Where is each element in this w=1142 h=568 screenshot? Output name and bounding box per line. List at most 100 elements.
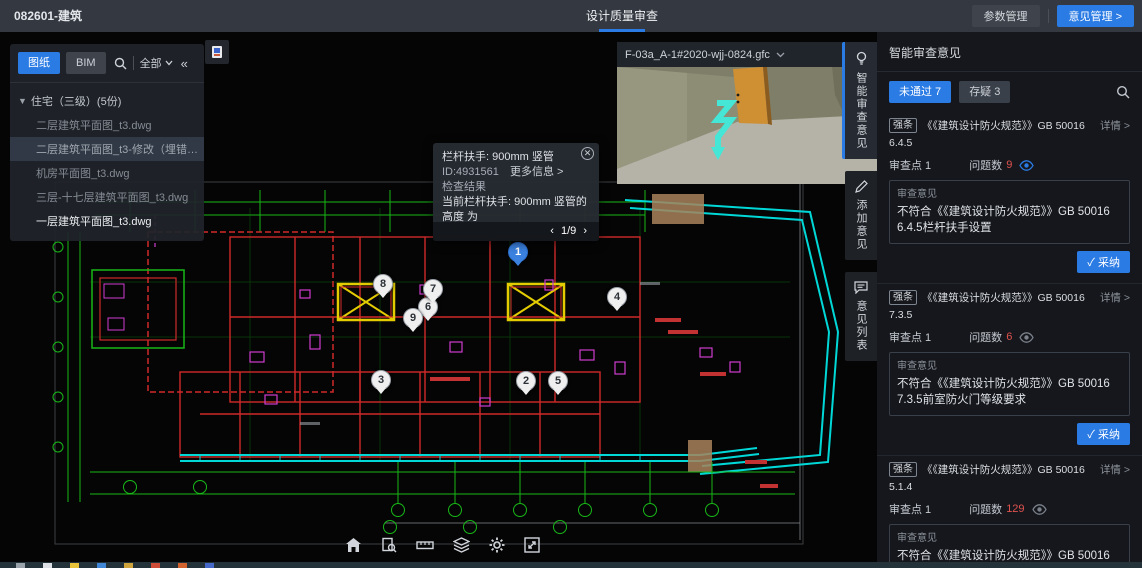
review-point: 审查点 1 — [889, 501, 931, 517]
chevron-down-icon[interactable] — [776, 52, 785, 58]
issues-label: 问题数 — [969, 501, 1002, 517]
issue-marker-5[interactable]: 5 — [548, 371, 568, 391]
search-icon[interactable] — [114, 57, 127, 70]
accept-button[interactable]: ✓ 采纳 — [1077, 251, 1130, 273]
issue-marker-9[interactable]: 9 — [403, 308, 423, 328]
taskbar-icon[interactable] — [70, 563, 79, 568]
issue-marker-2[interactable]: 2 — [516, 371, 536, 391]
close-icon[interactable]: ✕ — [581, 147, 594, 160]
tab-smart-review-opinions[interactable]: 智能审查意见 — [842, 42, 877, 159]
review-card: 详情 >强条《《建筑设计防火规范》》GB 50016 7.3.5审查点 1问题数… — [877, 284, 1142, 456]
opinion-label: 审查意见 — [890, 181, 1129, 200]
opinion-box: 审查意见不符合《《建筑设计防火规范》》GB 50016 6.4.5栏杆扶手设置 — [889, 180, 1130, 244]
file-item[interactable]: 二层建筑平面图_t3.dwg — [10, 113, 204, 137]
file-item[interactable]: 二层建筑平面图_t3-修改（埋错门，窗... — [10, 137, 204, 161]
mandatory-clause-badge: 强条 — [889, 290, 917, 305]
tooltip-section-label: 检查结果 — [442, 180, 590, 195]
right-side-tabs: 智能审查意见 添加意见 意见列表 — [842, 42, 877, 373]
eye-visibility-icon[interactable] — [1019, 332, 1034, 343]
drawing-list-panel: 图纸 BIM 全部 « ▼ 住宅（三级）(5份) 二层建筑平面图_t3.dwg二… — [10, 44, 204, 241]
issue-marker-4[interactable]: 4 — [607, 287, 627, 307]
tab-opinion-list[interactable]: 意见列表 — [845, 272, 877, 361]
rule-title: 《《建筑设计防火规范》》GB 50016 5.1.4 — [889, 464, 1085, 493]
opinion-label: 审查意见 — [890, 525, 1129, 544]
file-item[interactable]: 三层-十七层建筑平面图_t3.dwg — [10, 185, 204, 209]
left-panel-tabs: 图纸 BIM 全部 « — [10, 52, 204, 83]
taskbar-icon[interactable] — [97, 563, 106, 568]
tab-label: 智能审查意见 — [853, 72, 869, 150]
tree-root-node[interactable]: ▼ 住宅（三级）(5份) — [10, 89, 204, 113]
top-bar: 082601-建筑 设计质量审查 参数管理 意见管理 > — [0, 0, 1142, 32]
divider — [133, 56, 134, 70]
issue-marker-8[interactable]: 8 — [373, 274, 393, 294]
divider — [1048, 9, 1049, 23]
file-list: 二层建筑平面图_t3.dwg二层建筑平面图_t3-修改（埋错门，窗...机房平面… — [10, 113, 204, 233]
file-item[interactable]: 一层建筑平面图_t3.dwg — [10, 209, 204, 233]
tab-failed[interactable]: 未通过 7 — [889, 81, 951, 103]
pencil-icon — [855, 180, 868, 193]
viewer-scene[interactable] — [617, 67, 877, 184]
os-taskbar — [0, 562, 1142, 568]
taskbar-icon[interactable] — [124, 563, 133, 568]
pager-prev-icon[interactable]: ‹ — [546, 225, 558, 237]
model-file-dropdown[interactable]: F-03a_A-1#2020-wjj-0824.gfc — [625, 49, 770, 61]
settings-gear-icon[interactable] — [489, 537, 505, 553]
taskbar-icon[interactable] — [43, 563, 52, 568]
project-title: 082601-建筑 — [14, 0, 82, 32]
opinion-text: 不符合《《建筑设计防火规范》》GB 50016 7.3.5前室防火门等级要求 — [890, 372, 1129, 415]
taskbar-icon[interactable] — [151, 563, 160, 568]
params-management-button[interactable]: 参数管理 — [972, 5, 1040, 27]
opinion-text: 不符合《《建筑设计防火规范》》GB 50016 5.1.4建筑高度大于100m的… — [890, 544, 1129, 562]
detail-link[interactable]: 详情 > — [1100, 290, 1130, 307]
accept-button[interactable]: ✓ 采纳 — [1077, 423, 1130, 445]
tab-doubtful[interactable]: 存疑 3 — [959, 81, 1010, 103]
issue-tooltip: ✕ 栏杆扶手: 900mm 竖管 ID:4931561 更多信息 > 检查结果 … — [433, 143, 599, 241]
canvas-toolbar — [345, 537, 540, 553]
issues-label: 问题数 — [969, 157, 1002, 173]
tab-design-quality-review[interactable]: 设计质量审查 — [574, 0, 670, 32]
collapse-panel-icon[interactable]: « — [181, 56, 188, 71]
tooltip-title: 栏杆扶手: 900mm 竖管 — [442, 150, 590, 165]
pager-value: 1/9 — [561, 225, 576, 237]
pager-next-icon[interactable]: › — [579, 225, 591, 237]
opinion-label: 审查意见 — [890, 353, 1129, 372]
measure-ruler-icon[interactable] — [416, 539, 434, 551]
filter-dropdown[interactable]: 全部 — [140, 55, 173, 71]
issues-count: 129 — [1006, 503, 1024, 515]
minimap-thumbnail-button[interactable] — [205, 40, 229, 64]
detail-link[interactable]: 详情 > — [1100, 118, 1130, 135]
search-icon[interactable] — [1116, 85, 1130, 99]
tab-add-opinion[interactable]: 添加意见 — [845, 171, 877, 260]
thumbnail-icon — [210, 45, 224, 59]
issues-count: 6 — [1006, 331, 1012, 343]
issue-marker-7[interactable]: 7 — [423, 279, 443, 299]
opinion-management-button[interactable]: 意见管理 > — [1057, 5, 1134, 27]
caret-down-icon: ▼ — [18, 96, 27, 106]
tab-bim[interactable]: BIM — [66, 52, 106, 74]
issue-marker-1[interactable]: 1 — [508, 242, 528, 262]
file-item[interactable]: 机房平面图_t3.dwg — [10, 161, 204, 185]
mandatory-clause-badge: 强条 — [889, 462, 917, 477]
layers-icon[interactable] — [453, 537, 470, 553]
home-icon[interactable] — [345, 537, 362, 553]
fullscreen-expand-icon[interactable] — [524, 537, 540, 553]
review-point: 审查点 1 — [889, 157, 931, 173]
issue-marker-3[interactable]: 3 — [371, 370, 391, 390]
eye-visibility-icon[interactable] — [1032, 504, 1047, 515]
bulb-icon — [855, 51, 868, 66]
issues-label: 问题数 — [969, 329, 1002, 345]
more-info-link[interactable]: 更多信息 > — [510, 166, 563, 178]
eye-visibility-icon[interactable] — [1019, 160, 1034, 171]
comment-icon — [854, 281, 868, 294]
taskbar-icon[interactable] — [16, 563, 25, 568]
panel-title: 智能审查意见 — [877, 32, 1142, 71]
zoom-document-icon[interactable] — [381, 537, 397, 553]
tab-drawings[interactable]: 图纸 — [18, 52, 60, 74]
detail-link[interactable]: 详情 > — [1100, 462, 1130, 479]
filter-value: 全部 — [140, 55, 162, 71]
taskbar-icon[interactable] — [178, 563, 187, 568]
review-point: 审查点 1 — [889, 329, 931, 345]
chevron-down-icon — [165, 60, 173, 66]
tooltip-body-text: 当前栏杆扶手: 900mm 竖管的 高度 为 — [442, 195, 590, 225]
taskbar-icon[interactable] — [205, 563, 214, 568]
